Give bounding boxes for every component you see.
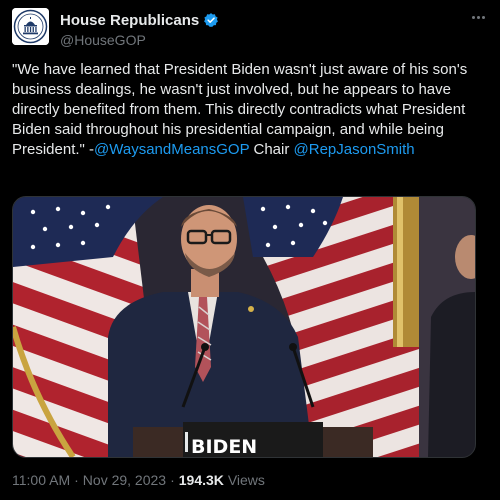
mention-waysandmeans[interactable]: @WaysandMeansGOP	[94, 141, 249, 158]
display-name-row: House Republicans	[60, 11, 219, 29]
views-count: 194.3K	[178, 472, 224, 488]
tweet-mid-text: Chair	[249, 141, 294, 158]
meta-separator-1: ·	[74, 472, 79, 488]
tweet-media-image[interactable]: BIDEN	[12, 196, 476, 458]
tweet-time[interactable]: 11:00 AM	[12, 472, 70, 488]
author-names: House Republicans @HouseGOP	[60, 11, 219, 48]
tweet-text: "We have learned that President Biden wa…	[12, 60, 490, 160]
mention-repjasonsmith[interactable]: @RepJasonSmith	[294, 141, 415, 158]
author-handle[interactable]: @HouseGOP	[60, 32, 219, 48]
views-label: Views	[227, 472, 265, 488]
capitol-seal-icon	[12, 8, 49, 45]
meta-separator-2: ·	[170, 472, 175, 488]
avatar[interactable]	[12, 8, 49, 45]
tweet-date[interactable]: Nov 29, 2023	[83, 472, 166, 488]
podium-sign-text: BIDEN	[191, 436, 257, 457]
verified-badge-icon	[204, 13, 219, 27]
tweet-card: House Republicans @HouseGOP "We have lea…	[0, 0, 500, 500]
tweet-meta: 11:00 AM · Nov 29, 2023 · 194.3K Views	[12, 472, 265, 488]
press-conference-photo: BIDEN	[13, 197, 475, 457]
author-display-name[interactable]: House Republicans	[60, 12, 199, 29]
tweet-header: House Republicans @HouseGOP	[12, 8, 488, 48]
more-options-icon[interactable]	[468, 10, 488, 24]
